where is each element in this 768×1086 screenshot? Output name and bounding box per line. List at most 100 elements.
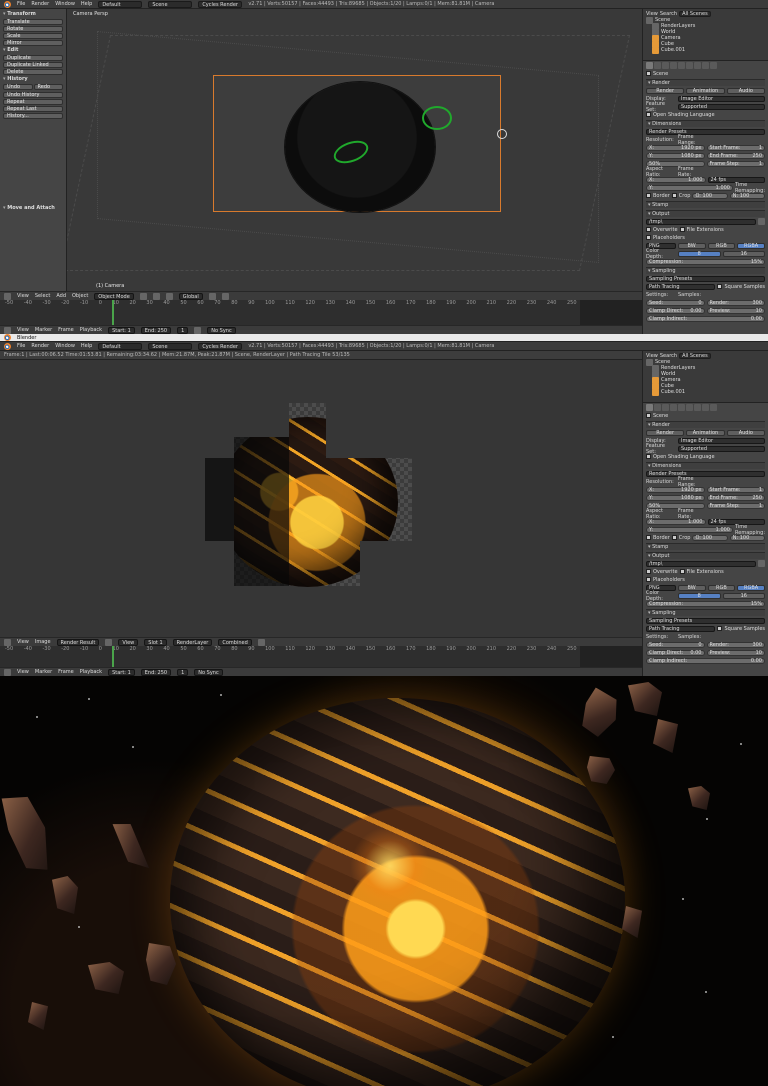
slot-dropdown[interactable]: Slot 1 bbox=[144, 638, 167, 646]
object-menu[interactable]: Object bbox=[72, 293, 88, 299]
sampling-presets-dropdown-2[interactable]: Sampling Presets bbox=[646, 617, 765, 624]
osl-checkbox[interactable] bbox=[646, 112, 651, 117]
end-frame-property-2[interactable]: End Frame: 250 bbox=[706, 494, 765, 501]
border-checkbox[interactable] bbox=[646, 193, 651, 198]
placeholders-checkbox[interactable] bbox=[646, 235, 651, 240]
undo-button[interactable]: Undo bbox=[3, 84, 33, 90]
aspect-y-field[interactable]: Y: 1.000 bbox=[646, 184, 733, 191]
border-checkbox-2[interactable] bbox=[646, 535, 651, 540]
view-dropdown[interactable]: View bbox=[118, 638, 139, 646]
start-frame-property[interactable]: Start Frame: 1 bbox=[706, 144, 765, 151]
timeline-playback-menu[interactable]: Playback bbox=[80, 327, 102, 333]
animation-button[interactable]: Animation bbox=[686, 87, 725, 94]
rgba-button[interactable]: RGBA bbox=[737, 242, 765, 249]
audio-button[interactable]: Audio bbox=[726, 87, 765, 94]
pivot-icon[interactable] bbox=[152, 292, 160, 300]
snap-icon[interactable] bbox=[221, 292, 229, 300]
menu-render[interactable]: Render bbox=[31, 1, 49, 7]
render-samples-field-2[interactable]: Render: 300 bbox=[706, 641, 765, 648]
layers-tab-icon-2[interactable] bbox=[654, 404, 661, 411]
timeline-1[interactable]: -50 -40 -30 -20 -10 0 10 20 30 40 50 60 70 80 90 100 110… bbox=[0, 300, 642, 325]
depth-8-button[interactable]: 8 bbox=[678, 250, 721, 257]
resolution-y-field[interactable]: Y: 1080 px bbox=[646, 152, 705, 159]
constraints-tab-icon-2[interactable] bbox=[686, 404, 693, 411]
object-tab-icon-2[interactable] bbox=[678, 404, 685, 411]
rotate-button[interactable]: Rotate bbox=[3, 26, 63, 32]
material-tab-icon-2[interactable] bbox=[710, 404, 717, 411]
operator-panel-header[interactable]: Move and Attach bbox=[3, 205, 63, 212]
undo-history-button[interactable]: Undo History bbox=[3, 92, 63, 98]
timeline-marker-menu-2[interactable]: Marker bbox=[35, 669, 52, 675]
seed-field-2[interactable]: Seed: 0 bbox=[646, 641, 705, 648]
output-section[interactable]: Output bbox=[646, 210, 765, 217]
select-menu[interactable]: Select bbox=[35, 293, 50, 299]
redo-button[interactable]: Redo bbox=[33, 84, 63, 90]
delete-button[interactable]: Delete bbox=[3, 69, 63, 75]
depth-16-button-2[interactable]: 16 bbox=[722, 592, 765, 599]
render-tab-icon[interactable] bbox=[646, 62, 653, 69]
old-remap-field[interactable]: O: 100 bbox=[692, 192, 728, 199]
sync-dropdown[interactable]: No Sync bbox=[207, 326, 236, 334]
bw-button[interactable]: BW bbox=[677, 242, 706, 249]
outliner-view-menu-2[interactable]: View bbox=[646, 353, 658, 359]
display-channels-icon[interactable] bbox=[257, 638, 265, 646]
manipulator-icon[interactable] bbox=[165, 292, 173, 300]
timeline-frame-menu[interactable]: Frame bbox=[58, 327, 74, 333]
resolution-x-field[interactable]: X: 1920 px bbox=[646, 144, 705, 151]
resolution-x-field-2[interactable]: X: 1920 px bbox=[646, 486, 705, 493]
path-tracing-dropdown-2[interactable]: Path Tracing bbox=[646, 625, 716, 632]
outliner-search-menu[interactable]: Search bbox=[660, 11, 677, 17]
crop-checkbox-2[interactable] bbox=[671, 535, 677, 540]
feature-set-dropdown[interactable]: Supported bbox=[678, 103, 765, 110]
folder-icon-2[interactable] bbox=[758, 560, 765, 567]
scene-checkbox[interactable] bbox=[646, 71, 651, 76]
audio-button-2[interactable]: Audio bbox=[726, 429, 765, 436]
end-frame-property[interactable]: End Frame: 250 bbox=[706, 152, 765, 159]
outliner-cube-001[interactable]: Cube.001 bbox=[646, 46, 765, 54]
transform-panel-header[interactable]: Transform bbox=[3, 11, 63, 18]
orientation-dropdown[interactable]: Global bbox=[178, 292, 203, 300]
constraints-tab-icon[interactable] bbox=[686, 62, 693, 69]
rgba-button-2[interactable]: RGBA bbox=[737, 584, 765, 591]
layout-dropdown[interactable]: Default bbox=[98, 0, 143, 8]
menu-window[interactable]: Window bbox=[55, 1, 75, 7]
object-mode-dropdown[interactable]: Object Mode bbox=[94, 292, 134, 300]
play-controls-icon[interactable] bbox=[194, 326, 202, 334]
world-tab-icon-2[interactable] bbox=[670, 404, 677, 411]
history-panel-header[interactable]: History bbox=[3, 76, 63, 83]
aspect-y-field-2[interactable]: Y: 1.000 bbox=[646, 526, 733, 533]
placeholders-checkbox-2[interactable] bbox=[646, 577, 651, 582]
render-button-2[interactable]: Render bbox=[646, 429, 685, 436]
start-frame-property-2[interactable]: Start Frame: 1 bbox=[706, 486, 765, 493]
rgb-button[interactable]: RGB bbox=[707, 242, 736, 249]
add-menu[interactable]: Add bbox=[56, 293, 66, 299]
duplicate-linked-button[interactable]: Duplicate Linked bbox=[3, 62, 63, 68]
stamp-section[interactable]: Stamp bbox=[646, 201, 765, 208]
folder-icon[interactable] bbox=[758, 218, 765, 225]
scale-button[interactable]: Scale bbox=[3, 33, 63, 39]
outliner-view-menu[interactable]: View bbox=[646, 11, 658, 17]
aspect-x-field-2[interactable]: X: 1.000 bbox=[646, 518, 706, 525]
outliner-search-menu-2[interactable]: Search bbox=[660, 353, 677, 359]
image-menu[interactable]: Image bbox=[35, 639, 51, 645]
current-frame-field-2[interactable]: 1 bbox=[177, 668, 189, 676]
current-frame-marker-2[interactable] bbox=[112, 646, 114, 667]
overwrite-checkbox[interactable] bbox=[646, 227, 651, 232]
menu-help[interactable]: Help bbox=[81, 1, 92, 7]
menu-file-2[interactable]: File bbox=[17, 343, 25, 349]
render-samples-field[interactable]: Render: 300 bbox=[706, 299, 765, 306]
rgb-button-2[interactable]: RGB bbox=[707, 584, 736, 591]
scene-tab-icon-2[interactable] bbox=[662, 404, 669, 411]
clamp-direct-field-2[interactable]: Clamp Direct: 0.00 bbox=[646, 649, 705, 656]
timeline-frame-menu-2[interactable]: Frame bbox=[58, 669, 74, 675]
layers-tab-icon[interactable] bbox=[654, 62, 661, 69]
menu-help-2[interactable]: Help bbox=[81, 343, 92, 349]
start-frame-field[interactable]: Start: 1 bbox=[108, 326, 135, 334]
sampling-section-2[interactable]: Sampling bbox=[646, 609, 765, 616]
image-editor-area[interactable] bbox=[0, 360, 642, 637]
menu-file[interactable]: File bbox=[17, 1, 25, 7]
image-editor-type-icon[interactable] bbox=[4, 638, 11, 646]
display-dropdown[interactable]: Image Editor bbox=[678, 95, 765, 102]
pass-dropdown[interactable]: Combined bbox=[218, 638, 252, 646]
sampling-presets-dropdown[interactable]: Sampling Presets bbox=[646, 275, 765, 282]
